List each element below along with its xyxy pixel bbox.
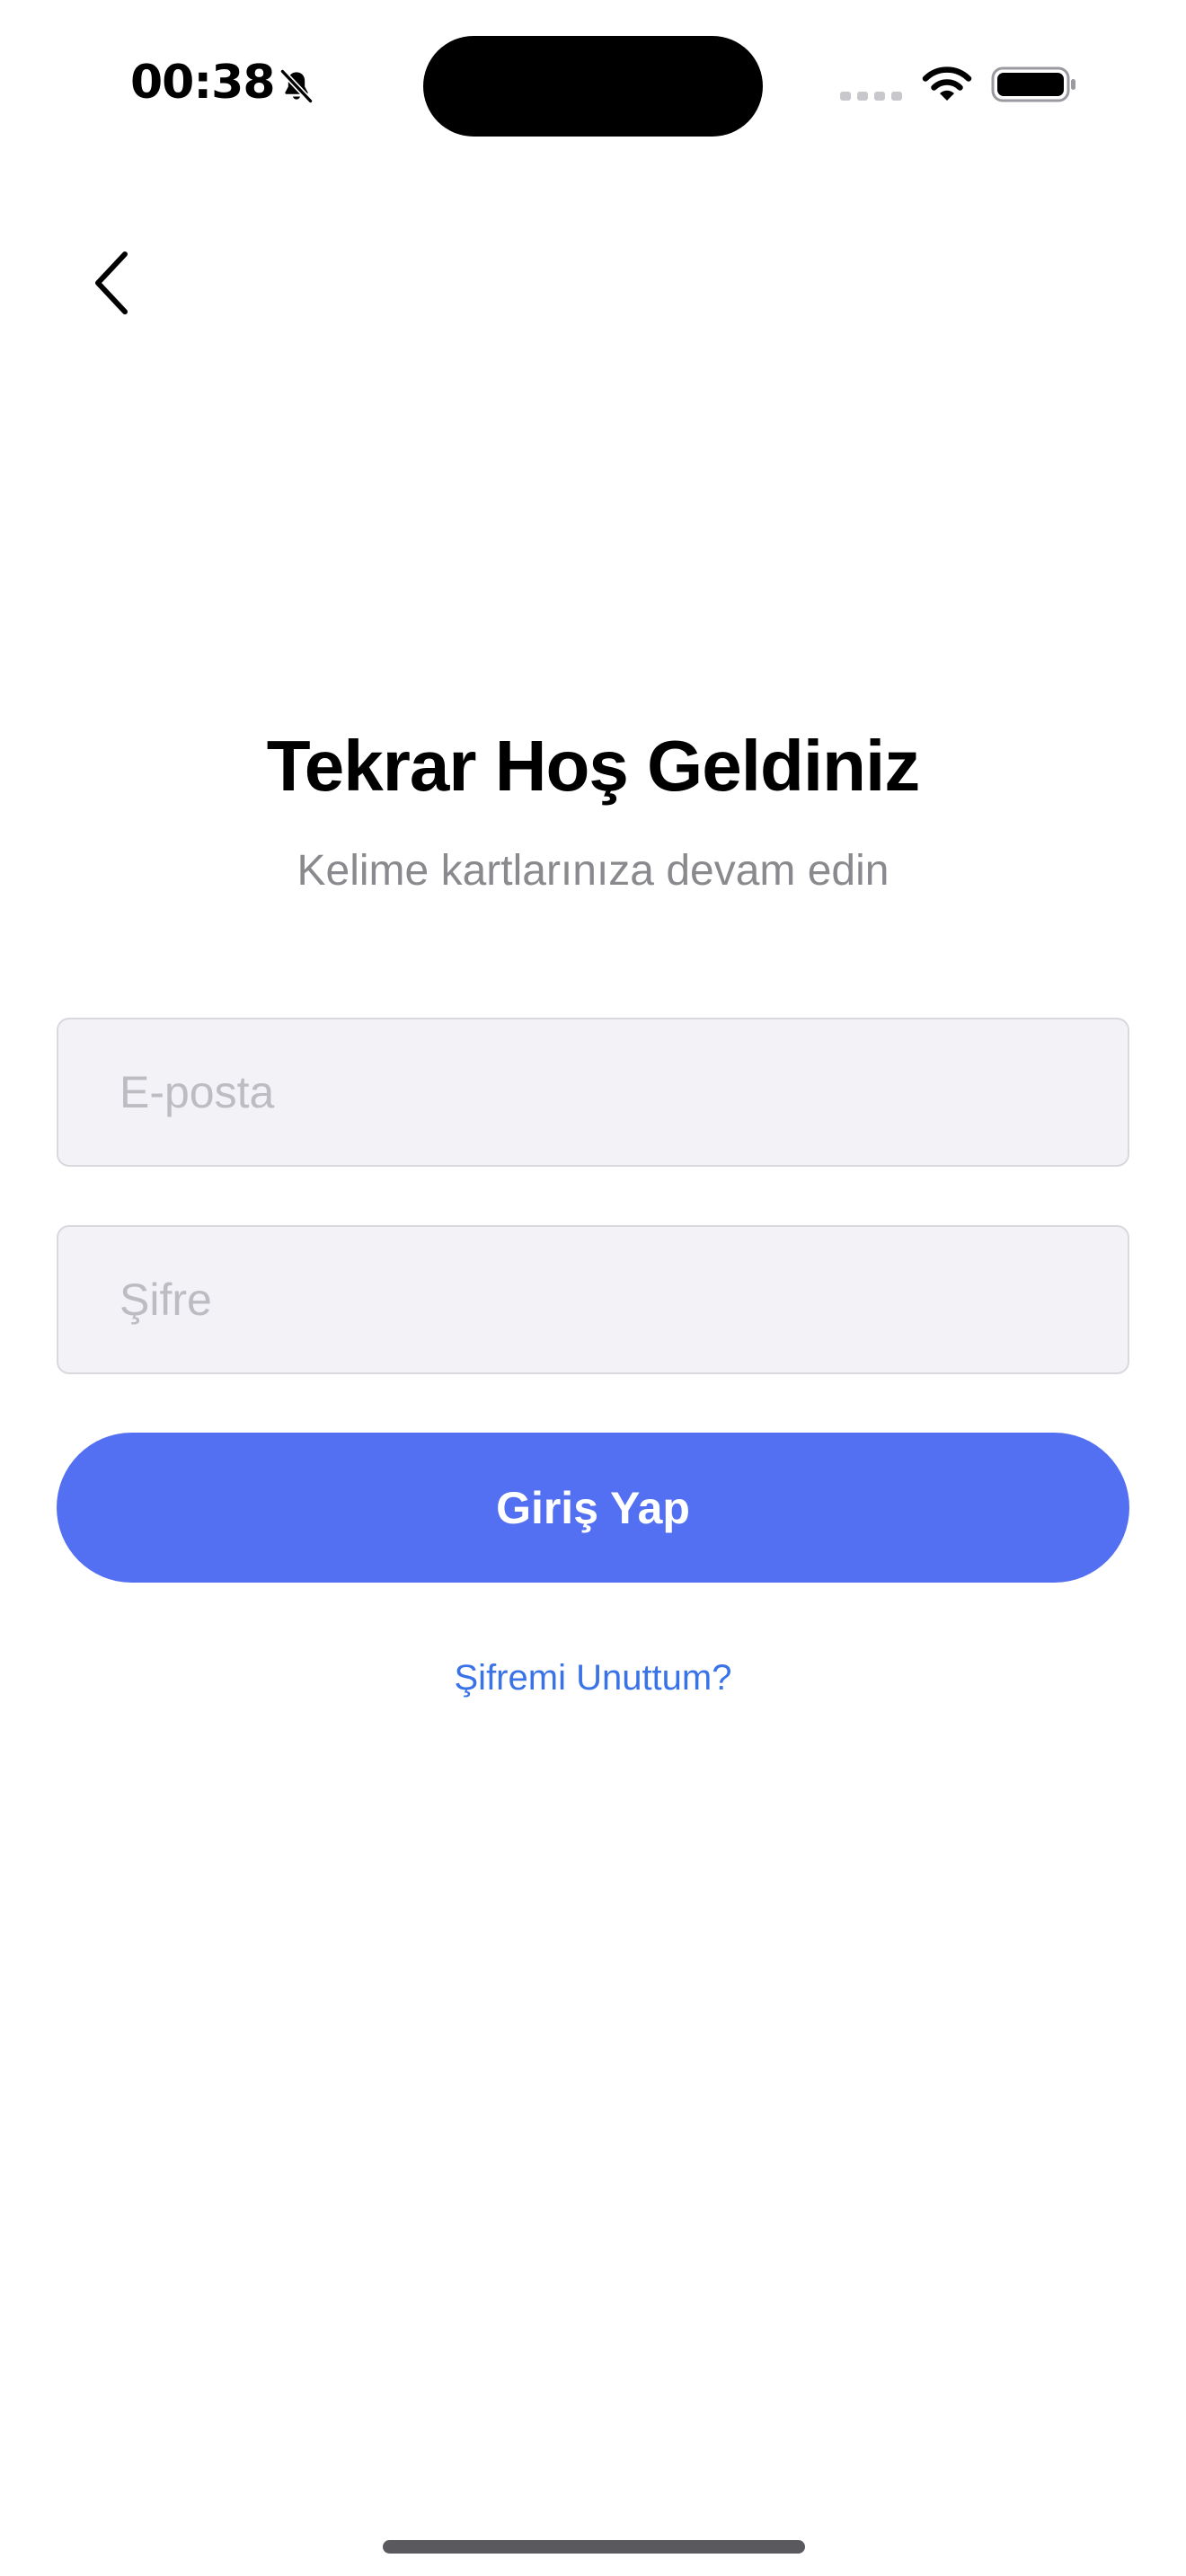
home-indicator	[383, 2540, 805, 2554]
email-field[interactable]	[58, 1019, 1128, 1165]
battery-icon	[991, 66, 1075, 102]
dynamic-island	[423, 36, 763, 137]
chevron-left-icon	[95, 251, 128, 314]
password-field[interactable]	[58, 1227, 1128, 1372]
bell-slash-icon	[279, 68, 314, 104]
page-title: Tekrar Hoş Geldiniz	[266, 726, 920, 806]
cellular-signal-icon	[840, 92, 902, 101]
page-subtitle: Kelime kartlarınıza devam edin	[296, 847, 890, 895]
status-time: 00:38	[130, 56, 276, 110]
wifi-icon	[922, 66, 972, 101]
password-field-container	[57, 1225, 1129, 1374]
email-field-container	[57, 1018, 1129, 1167]
forgot-password-link[interactable]: Şifremi Unuttum?	[0, 1653, 1186, 1703]
back-button[interactable]	[81, 243, 144, 323]
login-button[interactable]: Giriş Yap	[57, 1433, 1129, 1583]
